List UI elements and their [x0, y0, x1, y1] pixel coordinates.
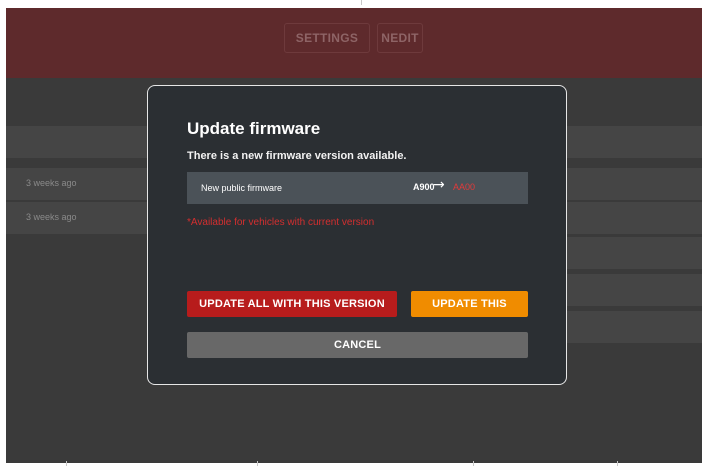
page: SETTINGS NEDIT 3 weeks ago 3 weeks ago U…	[0, 0, 702, 466]
update-firmware-dialog: Update firmware There is a new firmware …	[147, 85, 567, 385]
list-item-time: 3 weeks ago	[26, 212, 77, 222]
update-all-button[interactable]: UPDATE ALL WITH THIS VERSION	[187, 291, 397, 317]
cancel-button[interactable]: CANCEL	[187, 332, 528, 358]
new-version: AA00	[453, 182, 476, 192]
arrow-right-icon: →	[433, 177, 445, 193]
dialog-title: Update firmware	[187, 119, 321, 138]
stub-bottom	[473, 461, 474, 466]
stub-bottom	[617, 461, 618, 466]
update-this-button[interactable]: UPDATE THIS	[411, 291, 528, 317]
edit-button[interactable]: NEDIT	[377, 23, 423, 53]
firmware-label: New public firmware	[201, 183, 283, 193]
settings-button[interactable]: SETTINGS	[284, 23, 370, 53]
list-item[interactable]	[566, 274, 702, 306]
stub-bottom	[66, 461, 67, 466]
stub-top	[361, 0, 362, 5]
firmware-version-row: New public firmware A900 → AA00	[187, 172, 528, 204]
availability-note: *Available for vehicles with current ver…	[187, 217, 375, 228]
list-item[interactable]	[566, 311, 702, 343]
list-item[interactable]	[566, 237, 702, 269]
stub-bottom	[257, 461, 258, 466]
current-version: A900	[413, 182, 435, 192]
list-item-time: 3 weeks ago	[26, 178, 77, 188]
app-header: SETTINGS NEDIT	[6, 8, 702, 78]
dialog-subtitle: There is a new firmware version availabl…	[187, 150, 407, 162]
